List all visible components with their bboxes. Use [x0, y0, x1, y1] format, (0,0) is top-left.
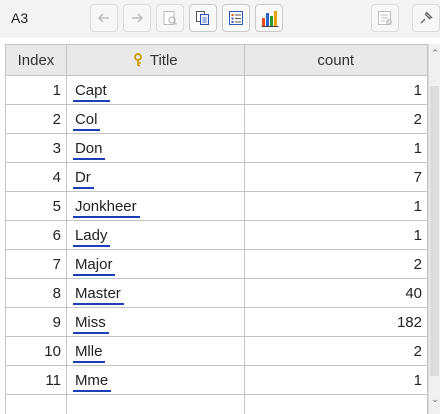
row-index-cell[interactable]: 8 [5, 278, 67, 308]
key-icon [133, 52, 142, 66]
count-cell[interactable]: 7 [243, 162, 428, 192]
title-link[interactable]: Capt [72, 81, 110, 102]
count-cell[interactable]: 1 [243, 75, 428, 105]
row-index-cell[interactable]: 2 [5, 104, 67, 134]
table-row[interactable]: 4 Dr 7 [5, 162, 428, 192]
title-cell[interactable]: Don [65, 133, 245, 163]
count-cell[interactable]: 40 [243, 278, 428, 308]
column-header-title-label: Title [149, 51, 178, 69]
count-cell[interactable]: 182 [243, 307, 428, 337]
title-cell[interactable]: Master [65, 278, 245, 308]
count-cell[interactable]: 2 [243, 336, 428, 366]
table-body: 1 Capt 1 2 Col 2 3 Don 1 4 Dr 7 5 Jonkheer 1 6 Lady 1 7 Maj… [5, 75, 428, 414]
cell-reference: A3 [11, 10, 29, 26]
title-link[interactable]: Mlle [72, 342, 106, 363]
title-cell[interactable]: Lady [65, 220, 245, 250]
title-cell[interactable]: Jonkheer [65, 191, 245, 221]
result-table: Index Title count 1 Capt 1 2 Col 2 3 Don 1 4 Dr 7 5 J… [5, 44, 428, 414]
count-cell[interactable]: 1 [243, 133, 428, 163]
toolbar: A3 [0, 0, 440, 38]
back-icon [97, 13, 109, 23]
title-cell[interactable]: Col [65, 104, 245, 134]
row-index-cell[interactable]: 5 [5, 191, 67, 221]
scroll-up-icon[interactable]: ⌃ [430, 48, 440, 58]
row-index-cell[interactable]: 6 [5, 220, 67, 250]
pin-icon [420, 11, 433, 24]
title-cell[interactable]: Dr [65, 162, 245, 192]
title-cell[interactable]: Miss [65, 307, 245, 337]
properties-icon [378, 11, 392, 25]
vertical-scrollbar[interactable]: ⌃ ⌄ [428, 44, 440, 414]
chart-icon [261, 11, 279, 27]
column-header-index[interactable]: Index [5, 44, 67, 76]
form-button[interactable] [222, 4, 250, 32]
row-index-cell[interactable]: 9 [5, 307, 67, 337]
header-row: Index Title count [5, 44, 428, 76]
column-header-title[interactable]: Title [65, 44, 245, 76]
title-link[interactable]: Jonkheer [72, 197, 140, 218]
count-cell[interactable]: 1 [243, 220, 428, 250]
table-row[interactable] [5, 394, 428, 414]
title-cell[interactable]: Mlle [65, 336, 245, 366]
column-header-count[interactable]: count [243, 44, 428, 76]
table-row[interactable]: 2 Col 2 [5, 104, 428, 134]
row-index-cell[interactable] [5, 394, 67, 414]
count-cell[interactable] [243, 394, 428, 414]
row-index-cell[interactable]: 10 [5, 336, 67, 366]
title-cell[interactable]: Major [65, 249, 245, 279]
title-link[interactable]: Miss [72, 313, 109, 334]
preview-button[interactable] [156, 4, 184, 32]
table-row[interactable]: 3 Don 1 [5, 133, 428, 163]
title-cell[interactable]: Mme [65, 365, 245, 395]
title-link[interactable]: Master [72, 284, 124, 305]
table-row[interactable]: 7 Major 2 [5, 249, 428, 279]
title-link[interactable]: Col [72, 110, 101, 131]
title-cell[interactable] [65, 394, 245, 414]
table-row[interactable]: 6 Lady 1 [5, 220, 428, 250]
form-icon [229, 11, 243, 25]
count-cell[interactable]: 2 [243, 249, 428, 279]
scroll-thumb[interactable] [430, 86, 439, 376]
title-link[interactable]: Don [72, 139, 106, 160]
title-link[interactable]: Dr [72, 168, 94, 189]
row-index-cell[interactable]: 3 [5, 133, 67, 163]
row-index-cell[interactable]: 7 [5, 249, 67, 279]
title-link[interactable]: Major [72, 255, 116, 276]
properties-button[interactable] [371, 4, 399, 32]
table-row[interactable]: 10 Mlle 2 [5, 336, 428, 366]
data-grid: Index Title count 1 Capt 1 2 Col 2 3 Don 1 4 Dr 7 5 J… [5, 44, 428, 414]
table-row[interactable]: 1 Capt 1 [5, 75, 428, 105]
title-link[interactable]: Mme [72, 371, 112, 392]
count-cell[interactable]: 1 [243, 365, 428, 395]
forward-button[interactable] [123, 4, 151, 32]
table-row[interactable]: 9 Miss 182 [5, 307, 428, 337]
row-index-cell[interactable]: 1 [5, 75, 67, 105]
row-index-cell[interactable]: 4 [5, 162, 67, 192]
forward-icon [132, 13, 144, 23]
table-row[interactable]: 5 Jonkheer 1 [5, 191, 428, 221]
count-cell[interactable]: 2 [243, 104, 428, 134]
row-index-cell[interactable]: 11 [5, 365, 67, 395]
pin-button[interactable] [412, 4, 440, 32]
copy-button[interactable] [189, 4, 217, 32]
title-cell[interactable]: Capt [65, 75, 245, 105]
chart-button[interactable] [255, 4, 283, 32]
title-link[interactable]: Lady [72, 226, 111, 247]
table-row[interactable]: 11 Mme 1 [5, 365, 428, 395]
preview-icon [163, 11, 178, 26]
copy-icon [196, 11, 209, 25]
count-cell[interactable]: 1 [243, 191, 428, 221]
back-button[interactable] [90, 4, 118, 32]
table-row[interactable]: 8 Master 40 [5, 278, 428, 308]
scroll-down-icon[interactable]: ⌄ [430, 394, 440, 404]
